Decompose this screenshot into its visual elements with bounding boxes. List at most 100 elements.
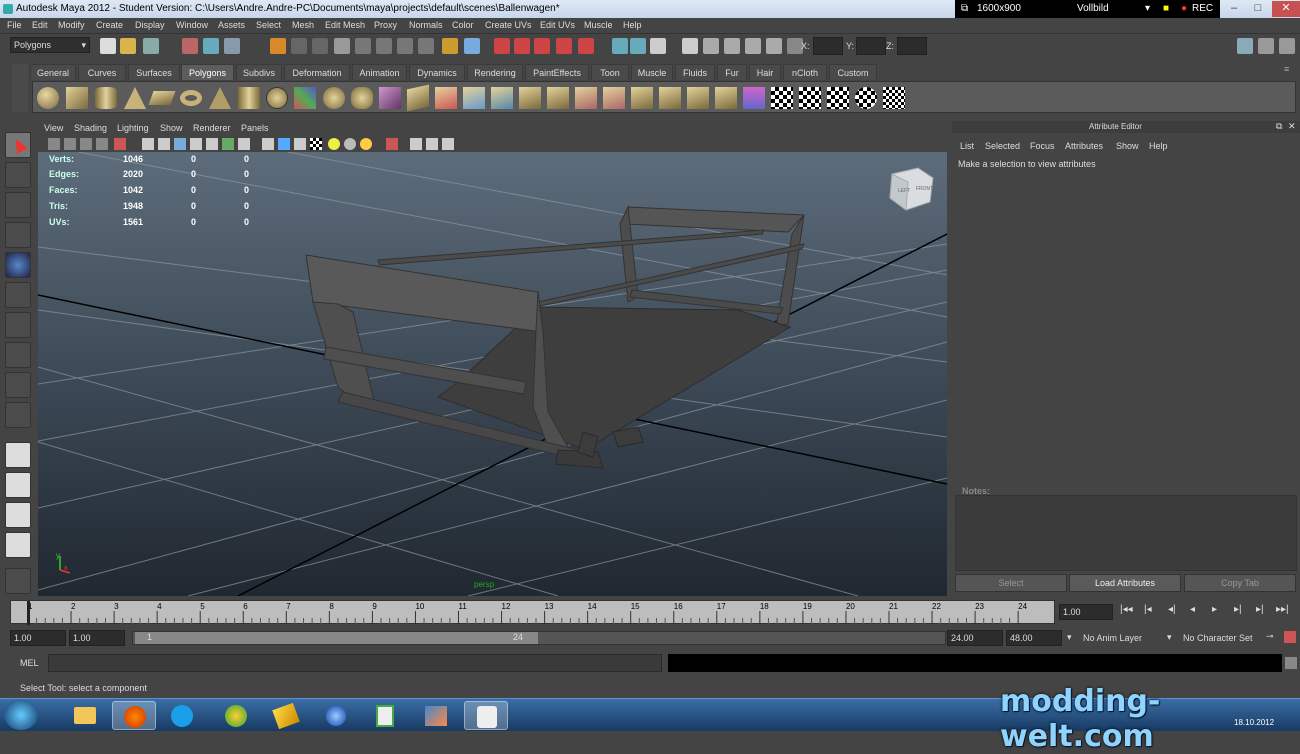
persp-outliner-layout-icon[interactable] [5,502,31,528]
tab-toon[interactable]: Toon [591,64,629,80]
snap-to-view-planes-icon[interactable] [556,38,572,54]
step-forward-key-icon[interactable]: ▸| [1256,604,1264,615]
start-time-field[interactable] [10,630,66,646]
select-component-icon[interactable] [224,38,240,54]
shelf-menu-icon[interactable]: ≡ [1284,64,1296,76]
tab-polygons[interactable]: Polygons [181,64,234,80]
menu-window[interactable]: Window [176,20,208,30]
character-set-dropdown[interactable]: No Character Set [1183,633,1253,643]
grid-toggle-icon[interactable] [114,138,126,150]
bookmark-icon[interactable] [80,138,92,150]
poly-soccer-ball-icon[interactable] [266,87,288,109]
vp-menu-shading[interactable]: Shading [74,123,107,133]
ipr-render-icon[interactable] [724,38,740,54]
poke-face-icon[interactable] [659,87,681,109]
menu-edit[interactable]: Edit [32,20,48,30]
wireframe-on-shaded-icon[interactable] [174,138,186,150]
icq-taskbar-icon[interactable] [214,701,258,730]
xray-icon[interactable] [190,138,202,150]
script-icon[interactable] [895,87,909,109]
view-cube[interactable]: LEFT FRONT [889,167,934,211]
bevel-icon[interactable] [631,87,653,109]
script-editor-icon[interactable] [1285,657,1297,669]
tab-fluids[interactable]: Fluids [675,64,715,80]
minimize-button[interactable]: – [1222,1,1246,17]
tab-dynamics[interactable]: Dynamics [409,64,465,80]
close-button[interactable]: ✕ [1272,1,1300,17]
mel-label[interactable]: MEL [20,658,39,668]
select-by-surface-icon[interactable] [334,38,350,54]
maximize-button[interactable]: □ [1246,1,1270,17]
time-slider[interactable]: 1 2 3 4 5 6 7 8 9 10 11 12 13 14 15 16 17 18 19 20 21 22 23 24 [10,600,1055,625]
select-by-handle-icon[interactable] [270,38,286,54]
menu-select[interactable]: Select [256,20,281,30]
shelf-options-icon[interactable] [12,64,28,112]
poly-sphere-icon[interactable] [37,87,59,109]
film-gate-icon[interactable] [442,138,454,150]
render-view-icon[interactable] [682,38,698,54]
snap-to-curves-icon[interactable] [514,38,530,54]
four-view-layout-icon[interactable] [5,472,31,498]
camera-select-icon[interactable] [48,138,60,150]
ae-menu-help[interactable]: Help [1149,141,1168,151]
output-ops-icon[interactable] [630,38,646,54]
cylindrical-mapping-icon[interactable] [799,87,821,109]
tab-painteffects[interactable]: PaintEffects [525,64,589,80]
merge-vertices-icon[interactable] [575,87,597,109]
spherical-mapping-icon[interactable] [827,87,849,109]
poly-plane-icon[interactable] [148,91,176,105]
scale-tool-icon[interactable] [5,282,31,308]
range-slider-handle[interactable]: 1 24 [135,632,538,644]
menu-file[interactable]: File [7,20,22,30]
extrude-icon[interactable] [407,84,429,112]
last-tool-icon[interactable] [5,402,31,428]
menu-edit-uvs[interactable]: Edit UVs [540,20,575,30]
quick-layout-icon[interactable] [5,568,31,594]
explorer-taskbar-icon[interactable] [64,701,108,730]
smooth-shade-icon[interactable] [158,138,170,150]
float-panel-icon[interactable]: ⧉ [1276,121,1282,132]
playback-start-field[interactable] [69,630,125,646]
single-perspective-layout-icon[interactable] [5,442,31,468]
play-backward-icon[interactable]: ◂ [1190,604,1195,615]
gate-mask-icon[interactable] [426,138,438,150]
mel-command-input[interactable] [48,654,662,672]
start-button-icon[interactable] [4,700,38,730]
anim-layer-arrow-icon[interactable]: ▾ [1067,632,1072,643]
step-forward-frame-icon[interactable]: ▸| [1234,604,1242,615]
duplicate-face-icon[interactable] [715,87,737,109]
menu-create[interactable]: Create [96,20,123,30]
xray-joints-icon[interactable] [206,138,218,150]
default-light-icon[interactable] [328,138,340,150]
tab-curves[interactable]: Curves [78,64,126,80]
shadows-icon[interactable] [262,138,274,150]
wedge-face-icon[interactable] [687,87,709,109]
depth-of-field-icon[interactable] [410,138,422,150]
maya-taskbar-icon[interactable] [464,701,508,730]
select-by-rendering-icon[interactable] [397,38,413,54]
isolate-select-icon[interactable] [294,138,306,150]
render-current-frame-icon[interactable] [703,38,719,54]
anti-alias-icon[interactable] [386,138,398,150]
tab-subdivs[interactable]: Subdivs [236,64,282,80]
skype-taskbar-icon[interactable] [160,701,204,730]
menu-help[interactable]: Help [623,20,642,30]
select-object-icon[interactable] [203,38,219,54]
ae-menu-show[interactable]: Show [1116,141,1139,151]
go-to-end-icon[interactable]: ▸▸| [1276,604,1289,615]
select-button[interactable]: Select [955,574,1067,592]
current-time-field[interactable] [1059,604,1113,620]
select-by-misc-icon[interactable] [418,38,434,54]
tool-taskbar-icon[interactable] [264,701,308,730]
playback-end-field[interactable] [947,630,1003,646]
snap-to-grids-icon[interactable] [494,38,510,54]
hardware-texturing-icon[interactable] [278,138,290,150]
menu-muscle[interactable]: Muscle [584,20,613,30]
menu-create-uvs[interactable]: Create UVs [485,20,532,30]
z-input[interactable] [897,37,927,55]
character-set-arrow-icon[interactable]: ▾ [1167,632,1172,643]
vp-menu-renderer[interactable]: Renderer [193,123,231,133]
close-panel-icon[interactable]: ✕ [1288,121,1296,132]
ae-menu-attributes[interactable]: Attributes [1065,141,1103,151]
select-hierarchy-icon[interactable] [182,38,198,54]
